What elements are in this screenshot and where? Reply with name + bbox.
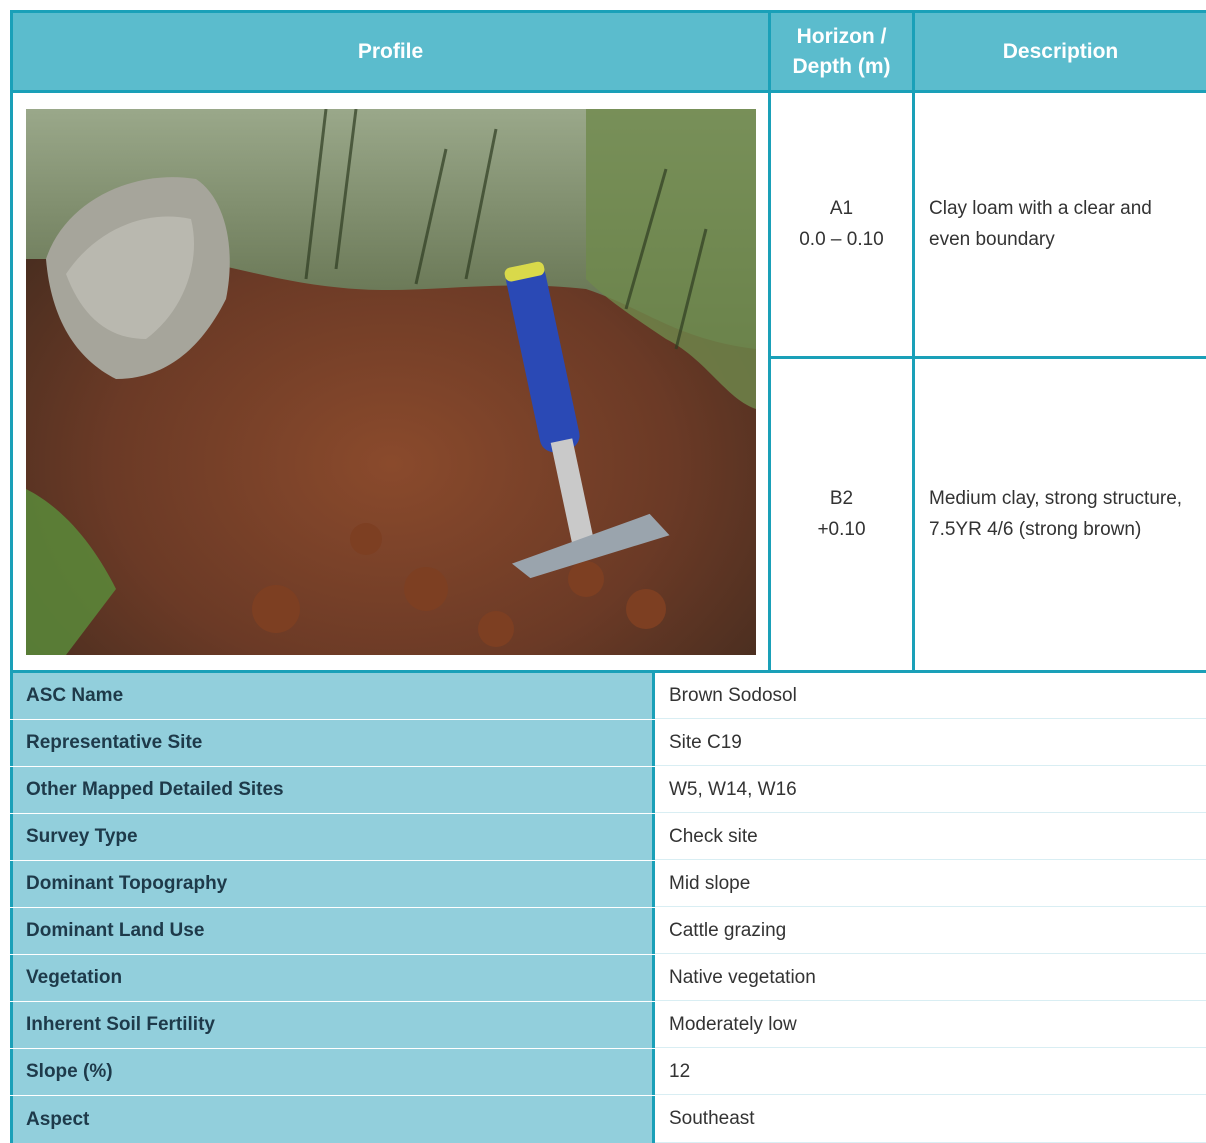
horizon-header-line1: Horizon / (796, 25, 887, 49)
profile-header: Profile (13, 13, 771, 93)
property-label: Dominant Topography (10, 861, 655, 907)
site-properties-table: ASC Name Brown Sodosol Representative Si… (10, 673, 1206, 1143)
property-value: Native vegetation (655, 955, 1206, 1001)
horizon-depth: +0.10 (817, 518, 866, 540)
property-label: Aspect (10, 1096, 655, 1143)
soil-profile-sheet: Profile Horizon / Depth (m) Description (10, 10, 1206, 1143)
property-label: ASC Name (10, 673, 655, 719)
property-row: Aspect Southeast (10, 1096, 1206, 1143)
property-label: Inherent Soil Fertility (10, 1002, 655, 1048)
property-value: Check site (655, 814, 1206, 860)
property-value: W5, W14, W16 (655, 767, 1206, 813)
profile-table: Profile Horizon / Depth (m) Description (10, 10, 1206, 673)
property-row: Other Mapped Detailed Sites W5, W14, W16 (10, 767, 1206, 814)
horizon-name: B2 (829, 488, 854, 510)
property-label: Other Mapped Detailed Sites (10, 767, 655, 813)
horizon-b2-cell: B2 +0.10 (771, 359, 915, 673)
horizon-depth: 0.0 – 0.10 (799, 228, 884, 250)
profile-photo-cell (13, 93, 771, 673)
property-value: Moderately low (655, 1002, 1206, 1048)
property-value: Site C19 (655, 720, 1206, 766)
property-row: Representative Site Site C19 (10, 720, 1206, 767)
horizon-a1-cell: A1 0.0 – 0.10 (771, 93, 915, 359)
description-header: Description (915, 13, 1206, 93)
property-label: Representative Site (10, 720, 655, 766)
property-row: Dominant Land Use Cattle grazing (10, 908, 1206, 955)
property-row: Slope (%) 12 (10, 1049, 1206, 1096)
property-label: Dominant Land Use (10, 908, 655, 954)
horizon-depth-header: Horizon / Depth (m) (771, 13, 915, 93)
property-row: Survey Type Check site (10, 814, 1206, 861)
property-value: Cattle grazing (655, 908, 1206, 954)
soil-profile-photo (25, 108, 756, 655)
property-value: Mid slope (655, 861, 1206, 907)
property-value: Southeast (655, 1096, 1206, 1143)
property-value: 12 (655, 1049, 1206, 1095)
property-row: Inherent Soil Fertility Moderately low (10, 1002, 1206, 1049)
property-label: Survey Type (10, 814, 655, 860)
property-row: ASC Name Brown Sodosol (10, 673, 1206, 720)
horizon-b2-description: Medium clay, strong structure, 7.5YR 4/6… (915, 359, 1206, 673)
property-row: Dominant Topography Mid slope (10, 861, 1206, 908)
horizon-header-line2: Depth (m) (792, 54, 891, 78)
horizon-a1-description: Clay loam with a clear and even boundary (915, 93, 1206, 359)
property-label: Vegetation (10, 955, 655, 1001)
property-value: Brown Sodosol (655, 673, 1206, 719)
horizon-name: A1 (829, 198, 854, 220)
property-row: Vegetation Native vegetation (10, 955, 1206, 1002)
property-label: Slope (%) (10, 1049, 655, 1095)
